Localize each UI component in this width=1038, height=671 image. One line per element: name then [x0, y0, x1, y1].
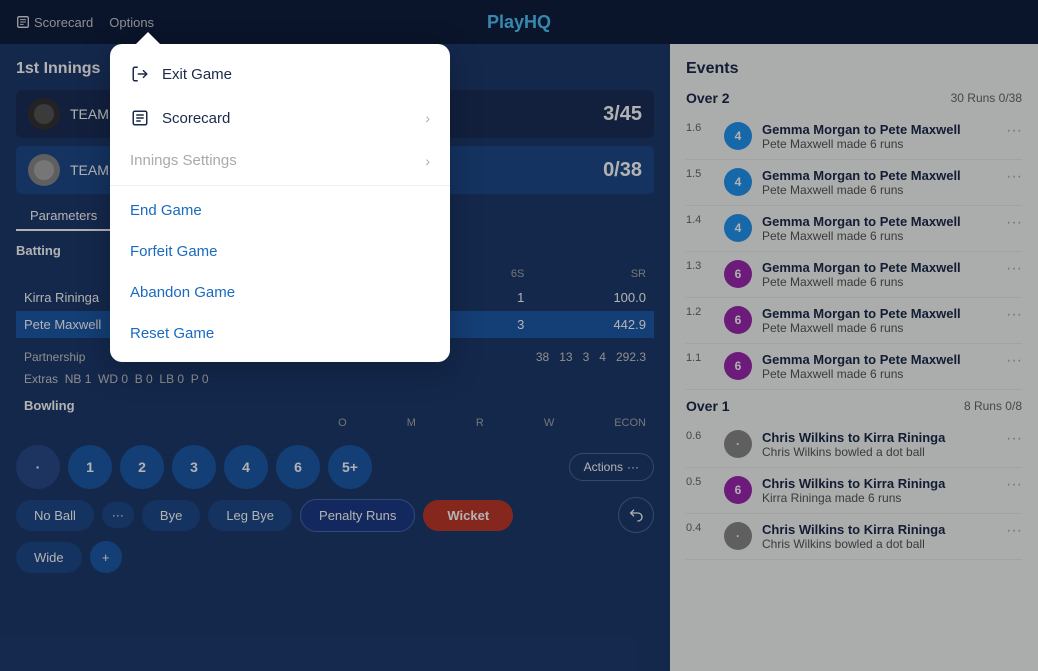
menu-item-reset-game[interactable]: Reset Game — [110, 313, 450, 354]
exit-icon — [130, 64, 150, 84]
menu-label-exit-game: Exit Game — [162, 66, 232, 83]
menu-label-abandon-game: Abandon Game — [130, 284, 235, 301]
menu-item-abandon-game[interactable]: Abandon Game — [110, 272, 450, 313]
menu-label-reset-game: Reset Game — [130, 325, 214, 342]
innings-settings-chevron-icon: › — [425, 153, 430, 169]
menu-divider-1 — [110, 185, 450, 186]
dropdown-menu: Exit Game Scorecard › Innings Settings ›… — [110, 44, 450, 362]
menu-label-scorecard: Scorecard — [162, 110, 230, 127]
menu-item-forfeit-game[interactable]: Forfeit Game — [110, 231, 450, 272]
menu-label-forfeit-game: Forfeit Game — [130, 243, 218, 260]
scorecard-chevron-icon: › — [425, 110, 430, 126]
menu-item-exit-game[interactable]: Exit Game — [110, 52, 450, 96]
dropdown-arrow — [136, 32, 160, 44]
menu-item-scorecard[interactable]: Scorecard › — [110, 96, 450, 140]
menu-label-end-game: End Game — [130, 202, 202, 219]
menu-item-innings-settings[interactable]: Innings Settings › — [110, 140, 450, 181]
scorecard-icon — [130, 108, 150, 128]
menu-item-end-game[interactable]: End Game — [110, 190, 450, 231]
menu-label-innings-settings: Innings Settings — [130, 152, 237, 169]
